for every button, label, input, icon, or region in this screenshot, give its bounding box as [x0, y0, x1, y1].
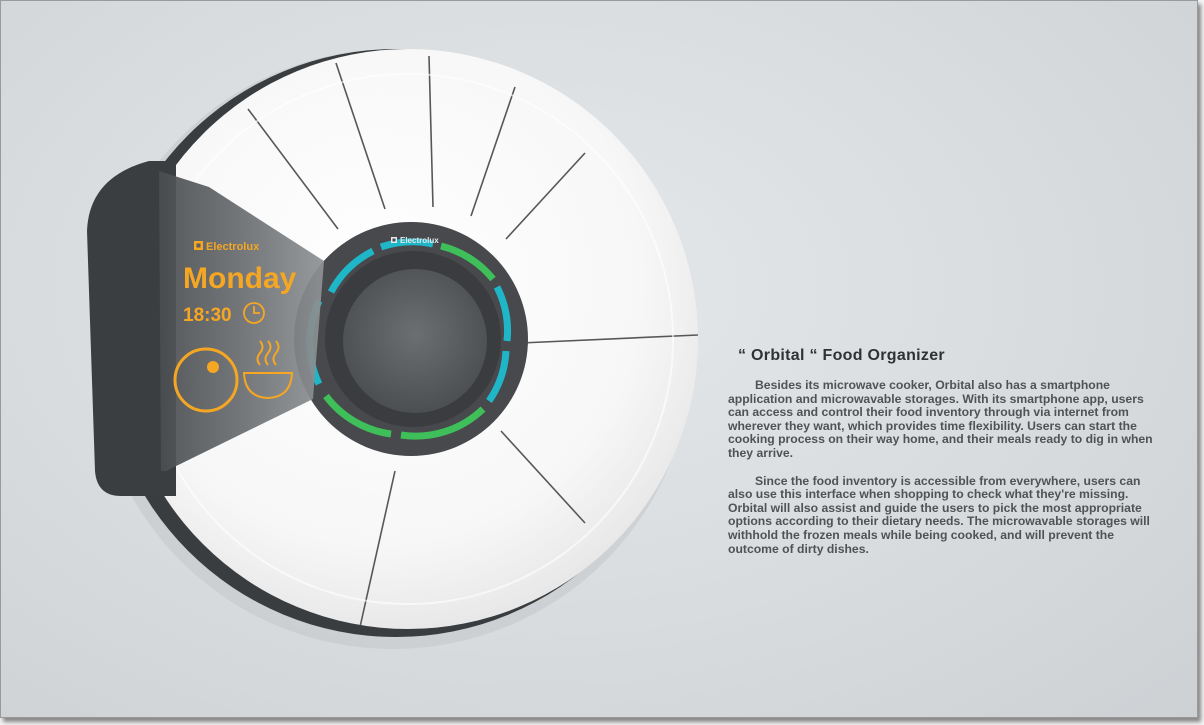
electrolux-logo-icon [391, 237, 397, 243]
display-brand: Electrolux [206, 241, 260, 253]
description-paragraph-1: Besides its microwave cooker, Orbital al… [728, 378, 1153, 460]
orbital-device: Electrolux Electrolux Monday 18:30 [87, 49, 698, 649]
display-logo-icon [194, 241, 203, 250]
display-day: Monday [183, 262, 297, 295]
timer-dial-dot [207, 361, 219, 373]
display-time: 18:30 [183, 305, 232, 326]
description-title: “ Orbital “ Food Organizer [738, 347, 945, 364]
description-paragraph-2: Since the food inventory is accessible f… [728, 473, 1150, 556]
description-panel: “ Orbital “ Food Organizer Besides its m… [728, 347, 1160, 570]
hub-cavity [343, 269, 487, 413]
photo-frame: Electrolux Electrolux Monday 18:30 “ Orb… [0, 0, 1198, 718]
hub-brand-label: Electrolux [400, 236, 439, 245]
